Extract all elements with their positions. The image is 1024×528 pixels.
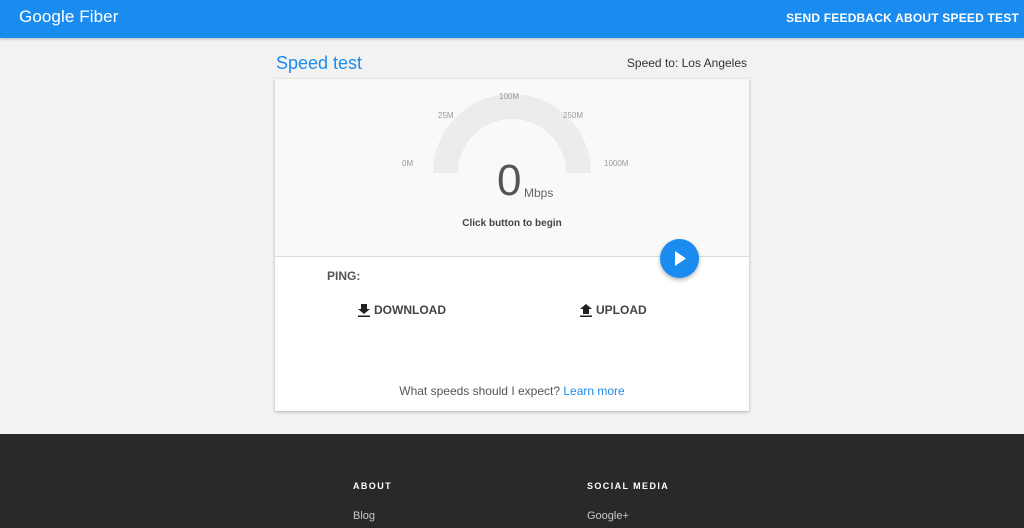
start-test-button[interactable] — [660, 239, 699, 278]
speed-test-card: 0M 25M 100M 250M 1000M 0 Mbps Click butt… — [275, 79, 749, 411]
footer-social-heading: SOCIAL MEDIA — [587, 481, 670, 491]
gauge-tick-label: 0M — [402, 159, 414, 168]
page-title: Speed test — [276, 53, 363, 73]
gauge-panel: 0M 25M 100M 250M 1000M 0 Mbps Click butt… — [275, 79, 749, 257]
gauge-tick-label: 100M — [499, 92, 520, 101]
download-result[interactable]: DOWNLOAD — [358, 303, 446, 317]
upload-result[interactable]: UPLOAD — [580, 303, 647, 317]
speed-value: 0 — [497, 156, 522, 205]
ping-label: PING: — [327, 269, 361, 283]
upload-icon — [580, 303, 592, 317]
gauge-tick-label: 1000M — [604, 159, 629, 168]
footer-blog-link[interactable]: Blog — [353, 510, 375, 522]
gauge-tick-label: 250M — [563, 111, 584, 120]
speed-to-location: Speed to: Los Angeles — [626, 56, 747, 70]
brand-logo[interactable]: Google Fiber — [19, 7, 118, 27]
expectation-question: What speeds should I expect? — [399, 384, 561, 398]
play-icon — [675, 251, 686, 266]
footer-about-heading: ABOUT — [353, 481, 392, 491]
send-feedback-link[interactable]: SEND FEEDBACK ABOUT SPEED TEST — [786, 11, 1019, 25]
speed-unit: Mbps — [524, 186, 554, 200]
download-icon — [358, 303, 370, 317]
upload-label: UPLOAD — [596, 303, 647, 317]
start-hint: Click button to begin — [462, 218, 562, 229]
footer: ABOUT Blog SOCIAL MEDIA Google+ — [0, 434, 1024, 528]
learn-more-link[interactable]: Learn more — [563, 384, 624, 398]
footer-google-plus-link[interactable]: Google+ — [587, 510, 629, 522]
expectation-text: What speeds should I expect? Learn more — [275, 384, 749, 398]
download-label: DOWNLOAD — [374, 303, 446, 317]
gauge-tick-label: 25M — [438, 111, 454, 120]
top-bar: Google Fiber SEND FEEDBACK ABOUT SPEED T… — [0, 0, 1024, 38]
